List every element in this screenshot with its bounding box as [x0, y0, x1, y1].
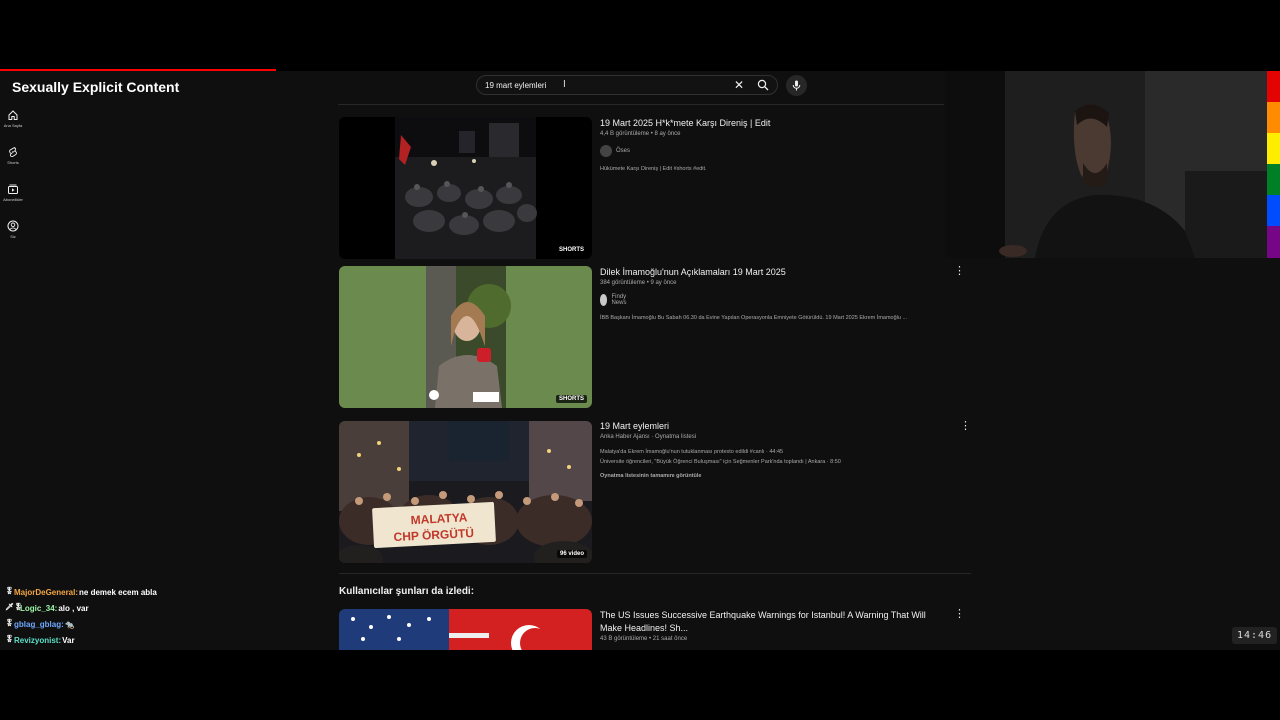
- video-meta: 4,4 B görüntüleme • 8 ay önce: [600, 131, 681, 137]
- search-icon[interactable]: [757, 79, 769, 91]
- video-description: Hükümete Karşı Direniş | Edit #shorts #e…: [600, 166, 707, 172]
- chat-username: MajorDeGeneral:: [14, 587, 79, 597]
- channel-avatar[interactable]: [600, 145, 612, 157]
- playlist-title[interactable]: 19 Mart eylemleri: [600, 421, 669, 431]
- top-divider: [338, 104, 944, 105]
- clear-search-icon[interactable]: ✕: [734, 78, 744, 92]
- youtube-window: Sexually Explicit Content 19 mart eyleml…: [0, 71, 1280, 650]
- mic-icon: [792, 80, 801, 91]
- video-thumbnail[interactable]: SHORTS: [339, 117, 592, 259]
- chat-message: 🎖 MajorDeGeneral: ne demek ecem abla: [5, 584, 157, 600]
- chat-text: Var: [62, 635, 75, 645]
- video-title[interactable]: Dilek İmamoğlu'nun Açıklamaları 19 Mart …: [600, 267, 786, 277]
- shorts-icon: [9, 146, 17, 158]
- chat-badge-icon: 🎖: [5, 636, 14, 643]
- video-title-line-1[interactable]: The US Issues Successive Earthquake Warn…: [600, 610, 926, 620]
- chat-message: 🎖 gblag_gblag: 🐀: [5, 616, 157, 632]
- chat-username: gblag_gblag:: [14, 619, 64, 629]
- sidebar-item-you[interactable]: Siz: [0, 220, 26, 239]
- profile-icon: [7, 220, 19, 232]
- search-query-text: 19 mart eylemleri: [485, 81, 547, 90]
- channel-name[interactable]: Findy News: [611, 294, 631, 306]
- chat-message: 🗡🎖 Logic_34: alo , var: [5, 600, 157, 616]
- channel-name[interactable]: Öses: [616, 148, 630, 154]
- thumbnail-image: [339, 609, 592, 650]
- voice-search-button[interactable]: [786, 75, 807, 96]
- webcam-image: [945, 71, 1267, 258]
- sidebar-item-subscriptions[interactable]: Abonelikler: [0, 183, 26, 202]
- sidebar-item-label: Shorts: [7, 160, 19, 165]
- chat-username: Logic_34:: [20, 603, 58, 613]
- search-input[interactable]: 19 mart eylemleri I ✕: [476, 75, 778, 95]
- thumbnail-image: MALATYA CHP ÖRGÜTÜ: [339, 421, 592, 563]
- sidebar-item-label: Ana Sayfa: [3, 123, 23, 128]
- video-title[interactable]: 19 Mart 2025 H*k*mete Karşı Direniş | Ed…: [600, 118, 770, 128]
- video-thumbnail[interactable]: [339, 609, 592, 650]
- thumbnail-image: [426, 266, 511, 408]
- stream-timer: 14:46: [1232, 627, 1278, 644]
- thumbnail-image: [395, 117, 537, 259]
- chat-badge-icon: 🗡🎖: [5, 604, 23, 611]
- video-description: İBB Başkanı İmamoğlu Bu Sabah 06.30 da E…: [600, 315, 908, 321]
- video-thumbnail[interactable]: SHORTS: [339, 266, 592, 408]
- playlist-count-badge: 96 video: [556, 550, 587, 558]
- chat-message: 🎖 Revizyonist: Var: [5, 632, 157, 648]
- playlist-video-2[interactable]: Üniversite öğrencileri, "Büyük Öğrenci B…: [600, 459, 841, 465]
- banner-text: MALATYA: [410, 510, 468, 527]
- playlist-thumbnail[interactable]: MALATYA CHP ÖRGÜTÜ 96 video: [339, 421, 592, 563]
- webcam-overlay: [945, 71, 1267, 258]
- channel-link[interactable]: Findy News: [600, 294, 631, 306]
- more-options-icon[interactable]: ⋮: [960, 421, 971, 432]
- channel-link[interactable]: Öses: [600, 145, 630, 157]
- shorts-badge: SHORTS: [555, 246, 587, 254]
- more-options-icon[interactable]: ⋮: [954, 266, 965, 277]
- section-divider: [339, 573, 971, 574]
- stream-title: Sexually Explicit Content: [12, 79, 180, 95]
- shorts-badge: SHORTS: [555, 395, 587, 403]
- more-options-icon[interactable]: ⋮: [954, 609, 965, 620]
- text-cursor-icon: I: [563, 79, 566, 90]
- playlist-meta[interactable]: Anka Haber Ajansı · Oynatma listesi: [600, 434, 696, 440]
- chat-username: Revizyonist:: [14, 635, 62, 645]
- view-full-playlist-link[interactable]: Oynatma listesinin tamamını görüntüle: [600, 473, 701, 479]
- chat-badge-icon: 🎖: [5, 620, 14, 627]
- sidebar-item-label: Siz: [10, 234, 16, 239]
- sidebar-item-home[interactable]: Ana Sayfa: [0, 109, 26, 128]
- playlist-video-1[interactable]: Malatya'da Ekrem İmamoğlu'nun tutuklanma…: [600, 449, 783, 455]
- chat-overlay: 🎖 MajorDeGeneral: ne demek ecem abla 🗡🎖 …: [5, 584, 157, 648]
- home-icon: [8, 110, 18, 120]
- rainbow-strip: [1267, 71, 1280, 258]
- chat-text: 🐀: [64, 619, 75, 629]
- chat-badge-icon: 🎖: [5, 588, 14, 595]
- chat-text: alo , var: [58, 603, 89, 613]
- sidebar-item-shorts[interactable]: Shorts: [0, 146, 26, 165]
- video-meta: 384 görüntüleme • 9 ay önce: [600, 280, 677, 286]
- subscriptions-icon: [8, 184, 18, 194]
- people-also-watched-title: Kullanıcılar şunları da izledi:: [339, 586, 475, 597]
- channel-avatar[interactable]: [600, 294, 608, 306]
- video-meta: 43 B görüntüleme • 21 saat önce: [600, 636, 688, 642]
- chat-text: ne demek ecem abla: [79, 587, 157, 597]
- video-title-line-2[interactable]: Make Headlines! Sh...: [600, 623, 688, 633]
- sidebar-item-label: Abonelikler: [3, 197, 23, 202]
- clipped-previous-row: • • • •: [340, 95, 727, 98]
